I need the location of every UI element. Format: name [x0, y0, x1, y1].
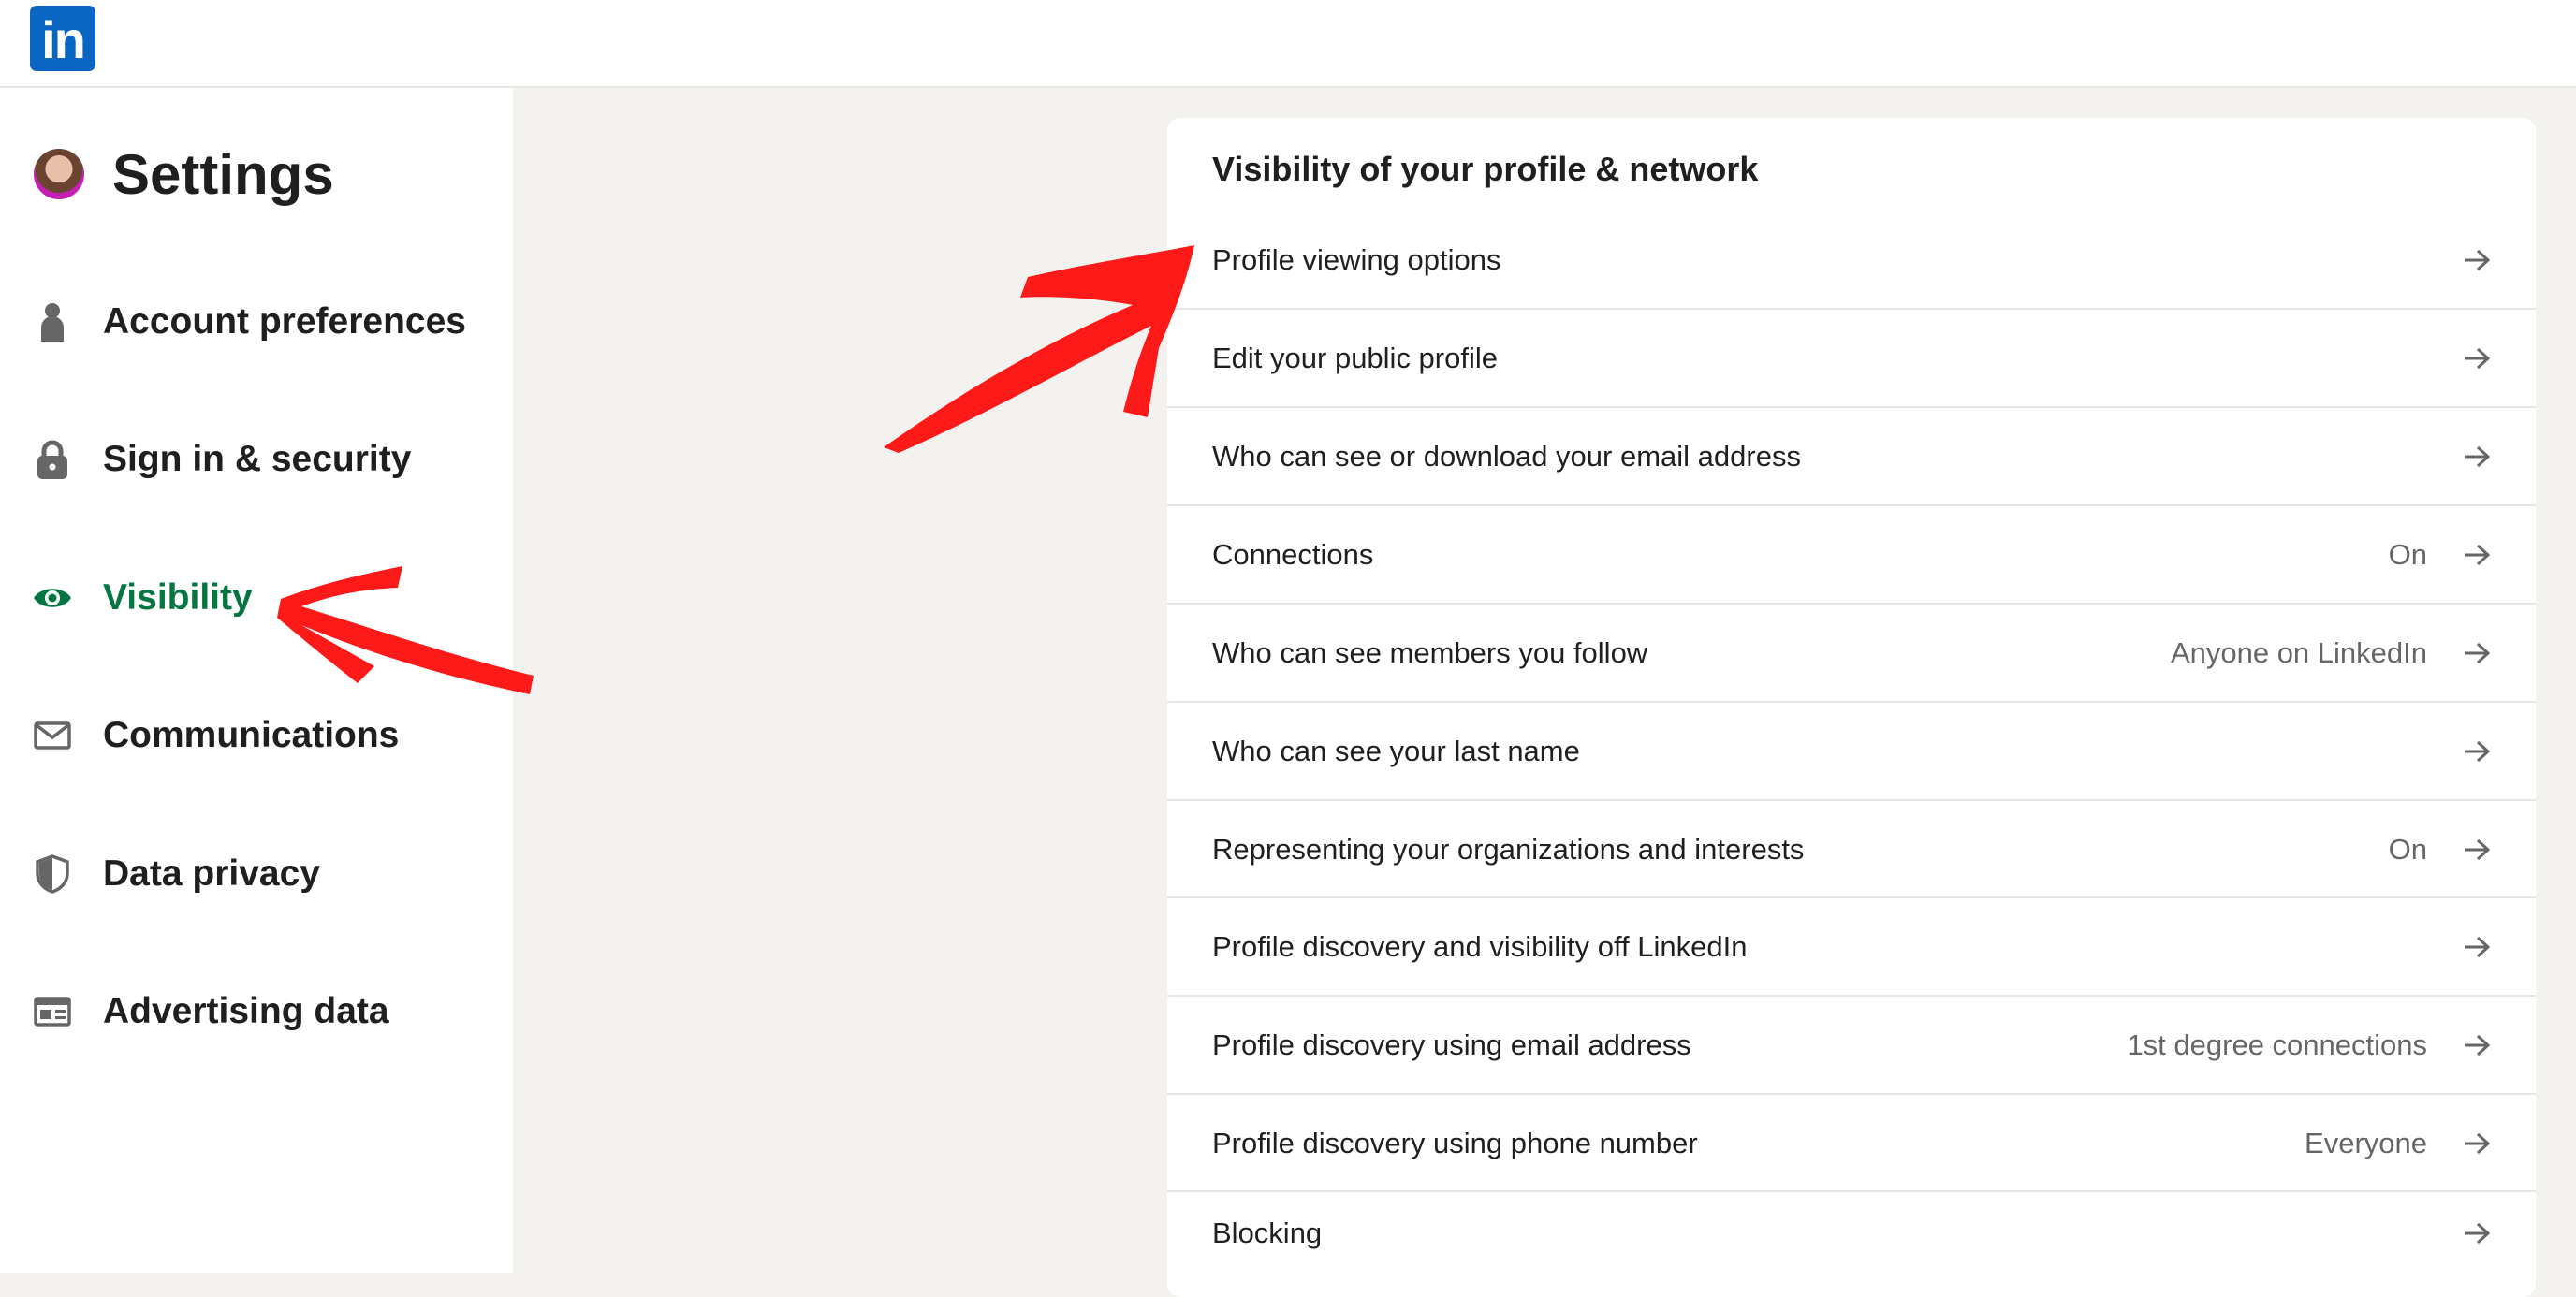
sidebar-item-sign-in-security[interactable]: Sign in & security	[32, 422, 411, 497]
row-label: Blocking	[1212, 1217, 1323, 1249]
rows-container: Profile viewing options Edit your public…	[1167, 0, 2536, 1273]
ad-card-icon	[32, 991, 73, 1032]
settings-header: Settings	[34, 137, 334, 211]
arrow-right-icon	[2461, 736, 2493, 767]
settings-row-discovery-phone[interactable]: Profile discovery using phone number Eve…	[1167, 1093, 2536, 1192]
lock-icon	[32, 439, 73, 480]
sidebar-item-data-privacy[interactable]: Data privacy	[32, 837, 320, 911]
arrow-right-icon	[2461, 1217, 2493, 1249]
row-label: Who can see members you follow	[1212, 636, 1648, 669]
settings-row-last-name[interactable]: Who can see your last name	[1167, 701, 2536, 800]
row-label: Profile viewing options	[1212, 243, 1501, 276]
arrow-right-icon	[2461, 1128, 2493, 1159]
row-label: Profile discovery and visibility off Lin…	[1212, 930, 1748, 963]
row-value: Everyone	[2305, 1127, 2427, 1159]
sidebar-item-advertising-data[interactable]: Advertising data	[32, 974, 389, 1049]
arrow-right-icon	[2461, 1029, 2493, 1061]
envelope-icon	[32, 715, 73, 756]
row-label: Representing your organizations and inte…	[1212, 833, 1805, 866]
sidebar-item-account-preferences[interactable]: Account preferences	[32, 284, 466, 359]
person-icon	[32, 301, 73, 342]
sidebar-item-visibility[interactable]: Visibility	[32, 561, 253, 635]
sidebar-item-label: Advertising data	[103, 991, 389, 1031]
avatar[interactable]	[34, 149, 84, 199]
row-label: Connections	[1212, 538, 1374, 571]
settings-row-blocking[interactable]: Blocking	[1167, 1190, 2536, 1275]
row-value: 1st degree connections	[2127, 1028, 2427, 1061]
settings-row-email-address-visibility[interactable]: Who can see or download your email addre…	[1167, 406, 2536, 505]
settings-sidebar: Settings Account preferences Sign in & s…	[0, 88, 513, 1273]
arrow-right-icon	[2461, 342, 2493, 374]
row-label: Who can see your last name	[1212, 735, 1580, 767]
sidebar-item-label: Account preferences	[103, 301, 466, 342]
arrow-right-icon	[2461, 441, 2493, 473]
sidebar-item-label: Communications	[103, 715, 400, 755]
sidebar-item-communications[interactable]: Communications	[32, 698, 399, 773]
arrow-right-icon	[2461, 834, 2493, 866]
row-value: On	[2388, 833, 2427, 866]
settings-row-profile-viewing-options[interactable]: Profile viewing options	[1167, 211, 2536, 309]
settings-row-members-you-follow[interactable]: Who can see members you follow Anyone on…	[1167, 603, 2536, 702]
row-label: Who can see or download your email addre…	[1212, 440, 1801, 473]
settings-row-edit-public-profile[interactable]: Edit your public profile	[1167, 308, 2536, 407]
sidebar-item-label: Sign in & security	[103, 439, 412, 479]
page-title: Settings	[112, 142, 334, 206]
settings-row-organizations-interests[interactable]: Representing your organizations and inte…	[1167, 799, 2536, 898]
settings-row-discovery-off-linkedin[interactable]: Profile discovery and visibility off Lin…	[1167, 896, 2536, 996]
sidebar-item-label: Visibility	[103, 577, 253, 618]
arrow-right-icon	[2461, 637, 2493, 669]
row-value: Anyone on LinkedIn	[2170, 636, 2427, 669]
red-arrow-annotation	[884, 245, 1194, 453]
eye-icon	[32, 577, 73, 619]
arrow-right-icon	[2461, 244, 2493, 276]
linkedin-logo[interactable]: in	[30, 6, 95, 71]
row-label: Profile discovery using phone number	[1212, 1127, 1698, 1159]
arrow-right-icon	[2461, 931, 2493, 963]
shield-icon	[32, 853, 73, 895]
row-label: Edit your public profile	[1212, 342, 1498, 374]
settings-row-connections[interactable]: Connections On	[1167, 504, 2536, 604]
sidebar-item-label: Data privacy	[103, 853, 320, 894]
row-value: On	[2388, 538, 2427, 571]
settings-row-discovery-email[interactable]: Profile discovery using email address 1s…	[1167, 995, 2536, 1094]
arrow-right-icon	[2461, 539, 2493, 571]
row-label: Profile discovery using email address	[1212, 1028, 1691, 1061]
